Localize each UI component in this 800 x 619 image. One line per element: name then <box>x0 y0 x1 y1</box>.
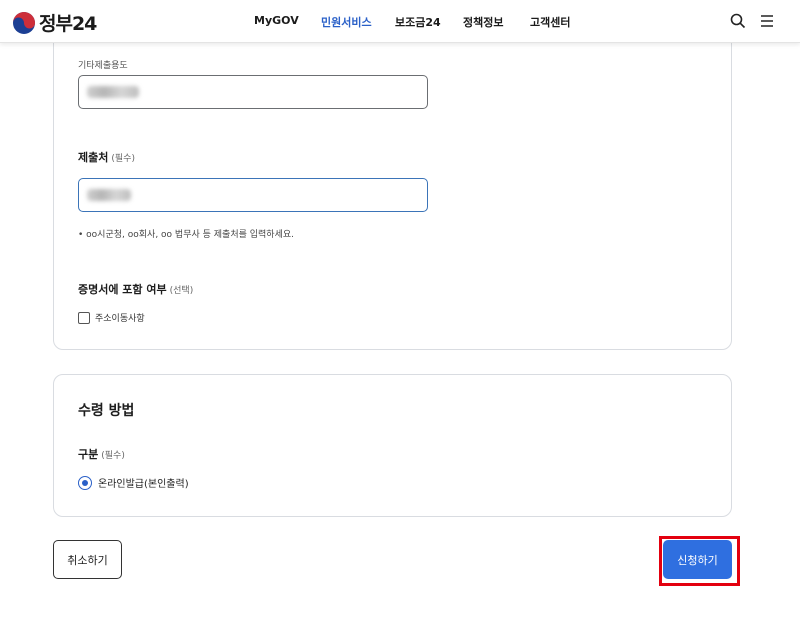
submit-to-title-text: 제출처 <box>78 151 109 164</box>
required-label: (필수) <box>101 451 125 461</box>
include-title: 증명서에 포함 여부 (선택) <box>78 281 193 297</box>
search-icon[interactable] <box>730 13 746 29</box>
nav-item-policy-info[interactable]: 정책정보 <box>463 14 503 30</box>
receipt-method-title: 수령 방법 <box>78 403 135 419</box>
other-purpose-label: 기타제출용도 <box>78 61 128 71</box>
receipt-method-card <box>53 374 732 517</box>
redacted-value <box>87 86 139 98</box>
application-form-card <box>53 0 732 350</box>
submit-to-hint: • oo시군청, oo회사, oo 법무사 등 제출처를 입력하세요. <box>78 230 294 240</box>
site-header: 정부24 MyGOV 민원서비스 보조금24 정책정보 고객센터 <box>0 0 800 43</box>
online-issue-label: 온라인발급(본인출력) <box>98 479 189 490</box>
main-nav: MyGOV 민원서비스 보조금24 정책정보 고객센터 <box>0 14 800 30</box>
apply-button[interactable]: 신청하기 <box>663 540 732 579</box>
submit-to-title: 제출처 (필수) <box>78 149 135 165</box>
online-issue-radio[interactable] <box>78 475 92 490</box>
nav-item-customer-center[interactable]: 고객센터 <box>530 14 570 30</box>
other-purpose-input[interactable] <box>78 75 428 109</box>
receipt-type-title-text: 구분 <box>78 448 99 461</box>
nav-item-mygov[interactable]: MyGOV <box>254 14 299 27</box>
receipt-type-title: 구분 (필수) <box>78 446 125 462</box>
required-label: (필수) <box>111 154 135 164</box>
menu-icon[interactable] <box>759 13 775 29</box>
address-history-option[interactable]: 주소이동사항 <box>78 311 145 324</box>
cancel-button[interactable]: 취소하기 <box>53 540 122 579</box>
nav-item-subsidy24[interactable]: 보조금24 <box>395 14 441 30</box>
address-history-checkbox[interactable] <box>78 311 90 324</box>
online-issue-option[interactable]: 온라인발급(본인출력) <box>78 475 189 490</box>
submit-to-input[interactable] <box>78 178 428 212</box>
redacted-value <box>87 189 131 201</box>
optional-label: (선택) <box>169 286 194 296</box>
include-title-text: 증명서에 포함 여부 <box>78 283 167 296</box>
address-history-label: 주소이동사항 <box>95 314 145 324</box>
nav-item-civil-service[interactable]: 민원서비스 <box>321 14 372 30</box>
